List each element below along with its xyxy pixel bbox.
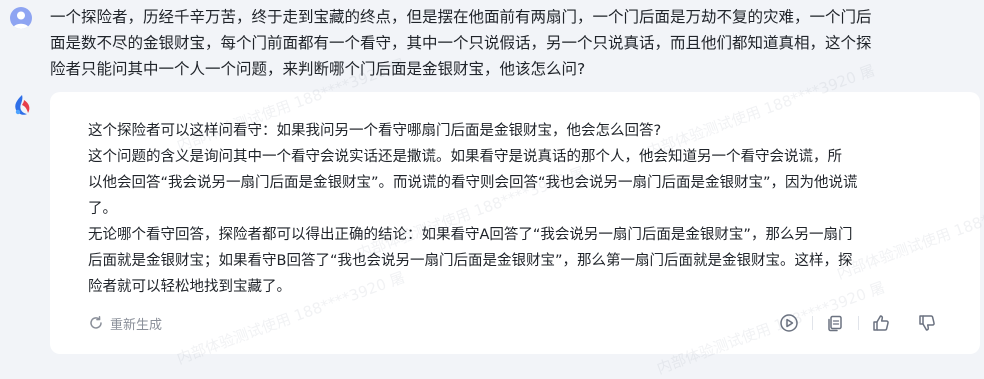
dislike-button[interactable] <box>904 310 950 336</box>
bot-logo-icon <box>15 95 30 115</box>
assistant-message: 这个探险者可以这样问看守：如果我问另一个看守哪扇门后面是金银财宝，他会怎么回答?… <box>88 123 858 295</box>
bot-avatar <box>8 92 36 120</box>
play-button[interactable] <box>766 310 812 336</box>
user-avatar <box>10 7 32 29</box>
thumbs-up-icon <box>873 315 889 331</box>
copy-icon <box>828 315 842 332</box>
user-avatar-icon <box>13 11 29 29</box>
like-button[interactable] <box>858 310 904 336</box>
copy-button[interactable] <box>812 310 858 336</box>
message-actions <box>766 310 950 336</box>
refresh-icon <box>90 316 102 329</box>
thumbs-down-icon <box>919 315 935 331</box>
assistant-reply-card: 内部体验测试使用 188****3920 屠 内部体验测试使用 188****3… <box>50 55 984 378</box>
user-message: 一个探险者，历经千辛万苦，终于走到宝藏的终点，但是摆在他面前有两扇门，一个门后面… <box>50 8 872 78</box>
regenerate-button[interactable]: 重新生成 <box>88 312 162 334</box>
play-icon <box>780 314 798 332</box>
regenerate-label: 重新生成 <box>110 317 163 333</box>
